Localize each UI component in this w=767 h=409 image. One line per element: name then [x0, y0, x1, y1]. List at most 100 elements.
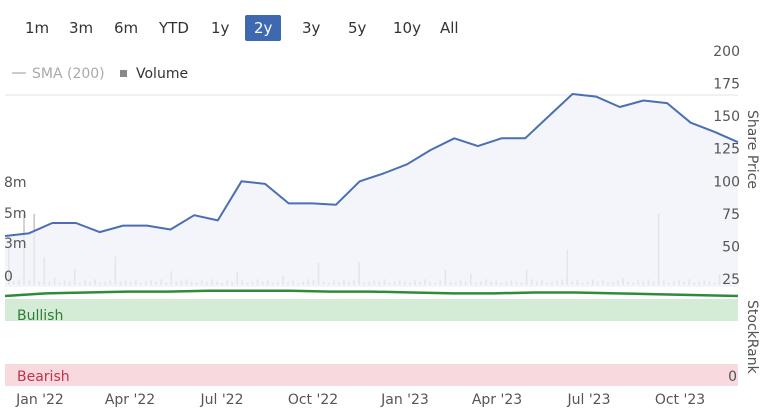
price-tick-label: 75	[722, 207, 740, 223]
volume-bar	[104, 281, 107, 285]
volume-legend-swatch	[120, 70, 127, 77]
volume-bar	[424, 279, 426, 286]
volume-bar	[581, 282, 584, 285]
volume-bar	[327, 282, 330, 285]
volume-bar	[348, 281, 350, 285]
range-button-10y[interactable]: 10y	[384, 15, 430, 41]
volume-bar	[358, 262, 360, 285]
volume-bar	[119, 281, 122, 285]
volume-tick-label: 3m	[4, 236, 27, 252]
volume-bar	[99, 282, 101, 285]
range-button-3y[interactable]: 3y	[293, 15, 329, 41]
volume-bar	[272, 282, 274, 285]
volume-bar	[322, 281, 325, 285]
volume-bar	[703, 280, 706, 285]
volume-bar	[84, 280, 86, 285]
range-button-2y[interactable]: 2y	[245, 15, 282, 41]
price-tick-label: 100	[713, 174, 740, 190]
volume-bar	[551, 281, 553, 285]
price-axis-label: Share Price	[744, 110, 760, 189]
volume-bar	[129, 281, 132, 285]
volume-bar	[200, 280, 203, 285]
volume-bar	[510, 280, 513, 285]
volume-bar	[383, 279, 386, 286]
volume-bar	[723, 281, 726, 285]
volume-bar	[607, 282, 609, 285]
volume-bar	[185, 279, 188, 286]
range-button-ytd[interactable]: YTD	[150, 15, 198, 41]
volume-bar	[124, 280, 127, 285]
bullish-band	[5, 299, 738, 321]
volume-bar	[79, 282, 81, 285]
bearish-label: Bearish	[17, 369, 70, 385]
volume-bar	[13, 281, 15, 285]
volume-bar	[307, 279, 310, 286]
volume-bar	[470, 273, 472, 285]
volume-bar	[277, 281, 279, 285]
volume-bar	[393, 281, 396, 285]
volume-bar	[647, 279, 650, 286]
volume-bar	[398, 280, 401, 285]
volume-bar	[662, 280, 665, 285]
volume-bar	[505, 281, 508, 285]
range-button-6m[interactable]: 6m	[105, 15, 147, 41]
volume-bar	[480, 281, 482, 285]
volume-bar	[454, 282, 457, 285]
volume-bar	[140, 282, 142, 285]
range-button-all[interactable]: All	[431, 15, 468, 41]
volume-bar	[414, 280, 416, 285]
volume-bar	[33, 213, 35, 285]
volume-bar	[48, 281, 51, 285]
price-area	[5, 94, 738, 287]
volume-bar	[261, 281, 264, 285]
volume-bar	[596, 281, 599, 285]
volume-bar	[612, 281, 614, 285]
price-tick-label: 175	[713, 77, 740, 93]
volume-bar	[419, 281, 421, 285]
volume-bar	[409, 282, 411, 285]
volume-bar	[602, 280, 604, 285]
range-button-3m[interactable]: 3m	[60, 15, 102, 41]
price-tick-label: 150	[713, 109, 740, 125]
volume-tick-label: 8m	[4, 175, 27, 191]
volume-bar	[180, 280, 183, 285]
volume-bar	[23, 213, 25, 285]
volume-bar	[485, 279, 487, 286]
x-tick-label: Apr '22	[105, 392, 155, 408]
price-chart: 25 50 75 100 125 150 175 200 Share Price 0 3m 5m 8m…	[4, 44, 760, 408]
volume-bar	[657, 213, 660, 285]
volume-bar	[652, 281, 655, 285]
volume-bar	[566, 249, 569, 285]
bearish-band	[5, 364, 738, 386]
range-selector: 1m 3m 6m YTD 1y 2y 3y 5y 10y All	[0, 0, 767, 44]
volume-bar	[378, 281, 381, 285]
x-tick-label: Jan '22	[15, 392, 64, 408]
volume-bar	[622, 278, 624, 285]
volume-bar	[236, 272, 239, 286]
x-tick-label: Oct '23	[655, 392, 705, 408]
volume-bar	[246, 282, 249, 285]
volume-bar	[18, 279, 20, 286]
range-button-1m[interactable]: 1m	[16, 15, 58, 41]
volume-bar	[89, 281, 91, 285]
volume-bar	[175, 281, 178, 285]
volume-bar	[368, 281, 371, 285]
volume-bar	[170, 271, 173, 285]
volume-bar	[617, 280, 619, 285]
volume-bar	[165, 282, 167, 285]
volume-bar	[642, 281, 645, 285]
range-button-5y[interactable]: 5y	[339, 15, 375, 41]
volume-bar	[155, 281, 157, 285]
volume-bar	[373, 280, 376, 285]
volume-bar	[536, 281, 538, 285]
volume-bar	[282, 275, 284, 285]
volume-bar	[256, 279, 259, 286]
range-button-1y[interactable]: 1y	[202, 15, 238, 41]
volume-bar	[160, 279, 162, 286]
volume-bar	[338, 281, 340, 285]
volume-bar	[363, 282, 365, 285]
price-tick-label: 25	[722, 272, 740, 288]
x-tick-label: Jul '23	[566, 392, 610, 408]
volume-bar	[221, 282, 223, 285]
volume-bar	[211, 279, 213, 286]
